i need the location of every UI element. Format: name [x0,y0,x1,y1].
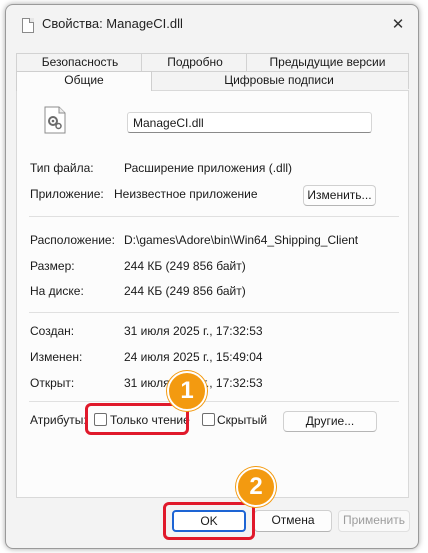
modified-value: 24 июля 2025 г., 15:49:04 [124,350,263,364]
window-title: Свойства: ManageCI.dll [42,16,183,31]
tab-details[interactable]: Подробно [141,53,249,71]
general-panel: Тип файла: Расширение приложения (.dll) … [16,90,409,498]
cancel-button[interactable]: Отмена [254,510,332,532]
file-type-label: Тип файла: [30,161,94,175]
dll-file-gear-icon [44,106,66,134]
apply-button: Применить [338,510,410,532]
attributes-label: Атрибуты: [30,413,87,427]
hidden-checkbox[interactable] [202,413,215,426]
location-value: D:\games\Adore\bin\Win64_Shipping_Client [124,233,359,247]
opened-label: Открыт: [30,376,75,390]
step-2-badge: 2 [236,467,276,507]
divider [29,401,399,402]
file-name-input[interactable] [127,112,372,133]
tab-previous-versions[interactable]: Предыдущие версии [246,53,409,71]
file-icon [22,18,34,33]
properties-dialog: Свойства: ManageCI.dll ✕ Безопасность По… [5,4,419,549]
tab-general[interactable]: Общие [16,71,152,91]
created-label: Создан: [30,324,75,338]
tab-digital-signatures[interactable]: Цифровые подписи [149,71,409,89]
disk-size-value: 244 КБ (249 856 байт) [124,284,246,298]
size-label: Размер: [30,259,75,273]
file-type-value: Расширение приложения (.dll) [124,161,293,175]
ok-highlight [163,502,255,540]
location-label: Расположение: [30,233,115,247]
other-attributes-button[interactable]: Другие... [283,411,377,432]
title-bar: Свойства: ManageCI.dll ✕ [6,5,418,43]
close-icon[interactable]: ✕ [390,17,406,33]
size-value: 244 КБ (249 856 байт) [124,259,246,273]
change-button[interactable]: Изменить... [303,185,376,206]
hidden-label[interactable]: Скрытый [217,413,267,427]
application-value: Неизвестное приложение [114,187,258,201]
created-value: 31 июля 2025 г., 17:32:53 [124,324,263,338]
disk-size-label: На диске: [30,284,84,298]
modified-label: Изменен: [30,350,83,364]
divider [29,216,399,217]
tab-security[interactable]: Безопасность [16,53,144,71]
readonly-highlight [85,403,189,435]
application-label: Приложение: [30,187,104,201]
divider [29,312,399,313]
step-1-badge: 1 [167,371,207,411]
